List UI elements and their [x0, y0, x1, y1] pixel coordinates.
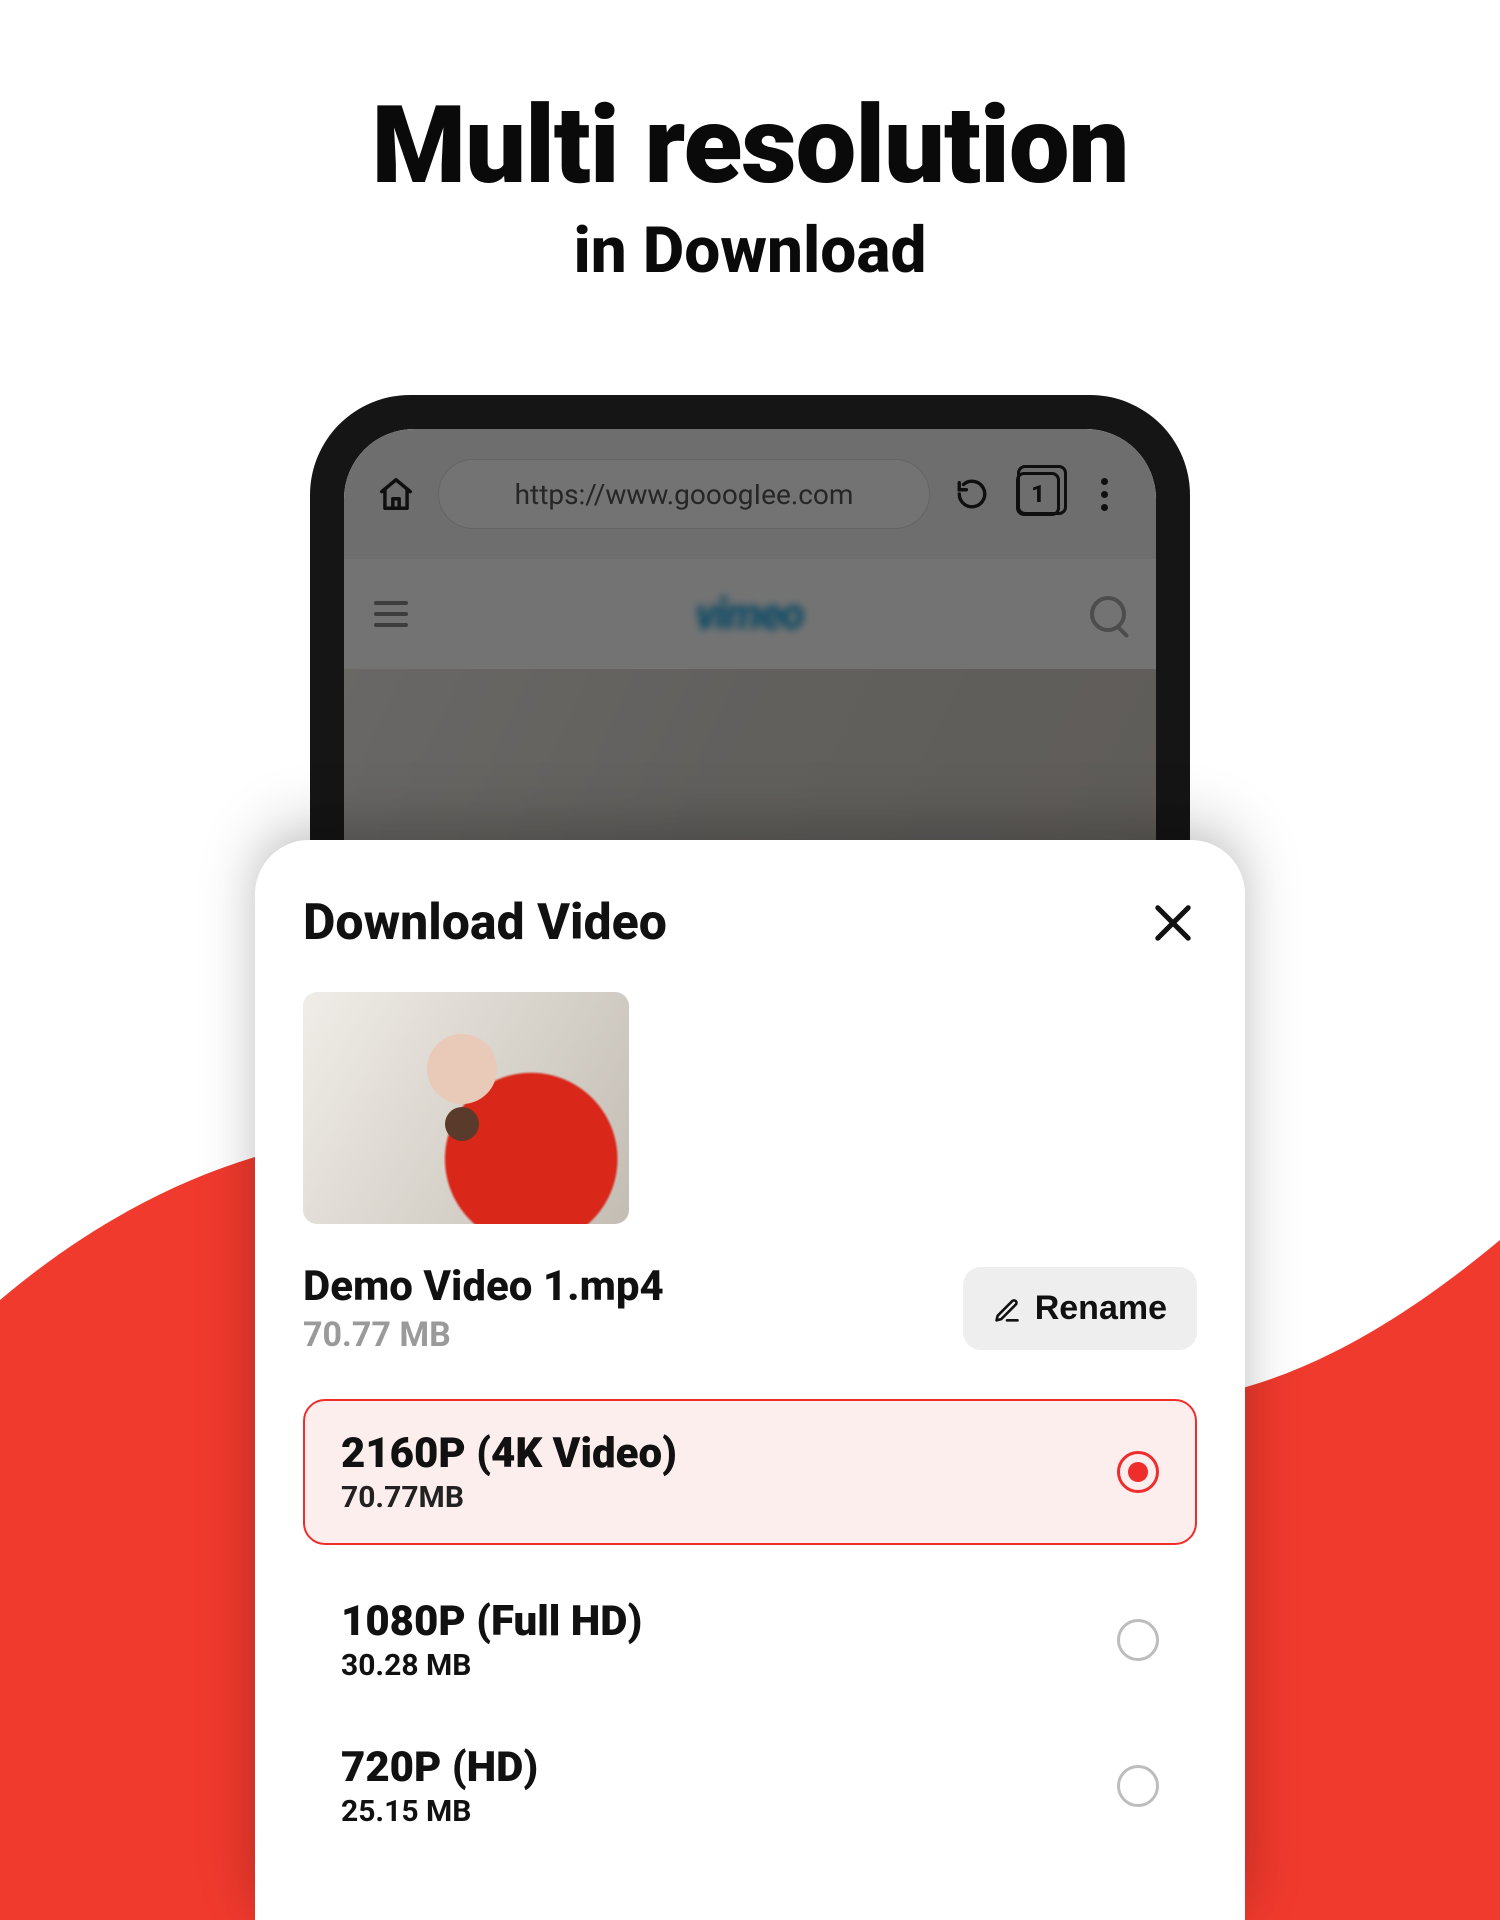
rename-button[interactable]: Rename [963, 1267, 1197, 1350]
resolution-options: 2160P (4K Video) 70.77MB 1080P (Full HD)… [303, 1399, 1197, 1837]
marketing-title: Multi resolution [0, 90, 1500, 203]
sheet-title: Download Video [303, 894, 667, 952]
file-info: Demo Video 1.mp4 70.77 MB [303, 1262, 664, 1355]
pencil-icon [993, 1295, 1021, 1323]
resolution-size: 30.28 MB [341, 1648, 642, 1683]
resolution-label: 1080P (Full HD) [341, 1597, 642, 1646]
file-size: 70.77 MB [303, 1315, 664, 1355]
marketing-header: Multi resolution in Download [0, 0, 1500, 288]
resolution-option-1080p[interactable]: 1080P (Full HD) 30.28 MB [303, 1589, 1197, 1691]
file-name: Demo Video 1.mp4 [303, 1262, 664, 1311]
close-icon[interactable] [1149, 899, 1197, 947]
radio-icon [1117, 1619, 1159, 1661]
resolution-label: 720P (HD) [341, 1743, 538, 1792]
resolution-option-720p[interactable]: 720P (HD) 25.15 MB [303, 1735, 1197, 1837]
resolution-label: 2160P (4K Video) [341, 1429, 677, 1478]
resolution-size: 25.15 MB [341, 1794, 538, 1829]
video-thumbnail [303, 992, 629, 1224]
resolution-option-2160p[interactable]: 2160P (4K Video) 70.77MB [303, 1399, 1197, 1545]
radio-icon [1117, 1451, 1159, 1493]
marketing-subtitle: in Download [0, 213, 1500, 288]
resolution-size: 70.77MB [341, 1480, 677, 1515]
download-bottom-sheet: Download Video Demo Video 1.mp4 70.77 MB… [255, 840, 1245, 1920]
rename-label: Rename [1035, 1289, 1167, 1328]
radio-icon [1117, 1765, 1159, 1807]
